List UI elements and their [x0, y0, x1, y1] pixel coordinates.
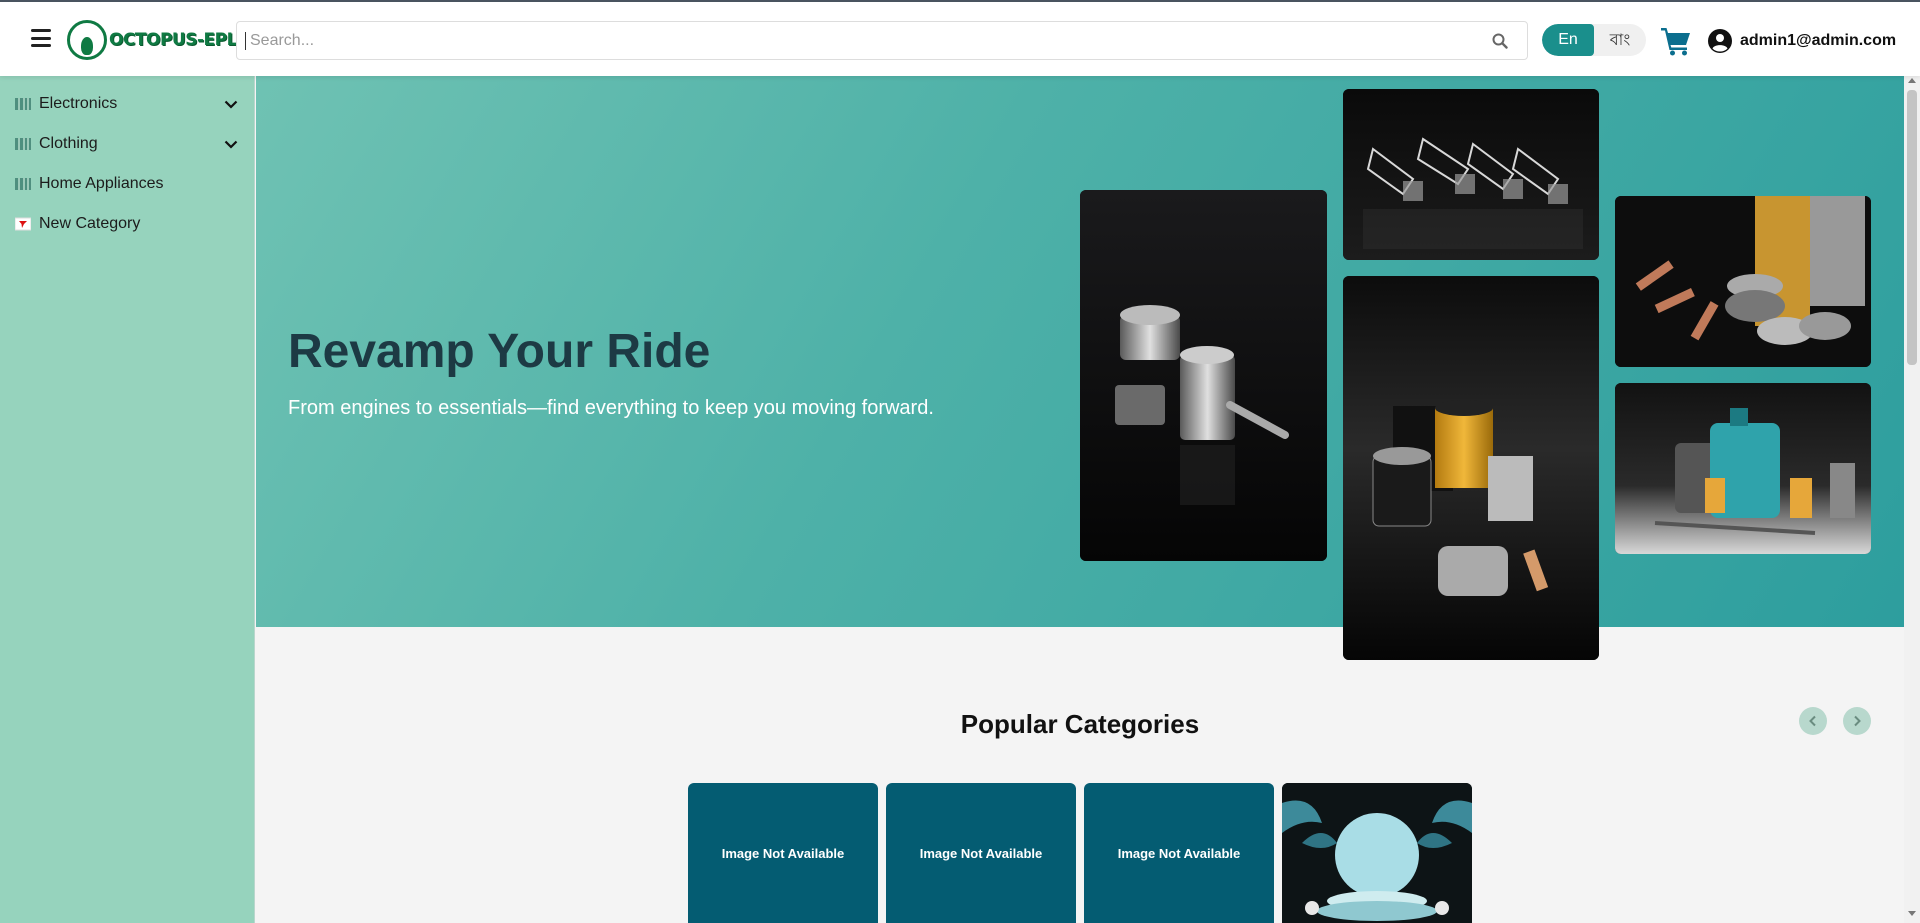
carousel-next-button[interactable] — [1843, 707, 1871, 735]
hero-subtitle: From engines to essentials—find everythi… — [288, 397, 934, 419]
category-icon — [15, 138, 31, 150]
brand-logo[interactable]: OCTOPUS-EPL — [67, 20, 237, 60]
chevron-right-icon — [1854, 715, 1861, 727]
category-icon — [15, 217, 31, 231]
user-menu[interactable]: admin1@admin.com — [1708, 29, 1896, 53]
hero-image-filters — [1080, 190, 1327, 561]
sidebar-item-label: Clothing — [39, 135, 98, 152]
hero-image-motor-oil — [1615, 383, 1871, 554]
category-card-image[interactable] — [1282, 783, 1472, 923]
hero-image-oil-filters — [1343, 276, 1599, 660]
category-card-label: Image Not Available — [1117, 845, 1241, 861]
sidebar-item-label: New Category — [39, 215, 141, 232]
lang-bn-button[interactable]: বাং — [1594, 24, 1646, 56]
chevron-left-icon — [1809, 715, 1816, 727]
sidebar-item-label: Home Appliances — [39, 175, 164, 192]
category-icon — [15, 178, 31, 190]
category-card[interactable]: Image Not Available — [886, 783, 1076, 923]
user-circle-icon — [1708, 29, 1732, 53]
category-card[interactable]: Image Not Available — [1084, 783, 1274, 923]
category-image — [1282, 783, 1472, 923]
menu-icon[interactable] — [31, 29, 51, 47]
scroll-up-arrow[interactable] — [1908, 78, 1916, 83]
sidebar-item-home-appliances[interactable]: Home Appliances — [0, 166, 255, 202]
scrollbar-thumb[interactable] — [1907, 90, 1917, 365]
hero-image-bearings — [1615, 196, 1871, 367]
hero-banner: Revamp Your Ride From engines to essenti… — [256, 76, 1904, 660]
category-card-label: Image Not Available — [919, 845, 1043, 861]
search-icon[interactable] — [1485, 26, 1515, 56]
logo-mark-icon — [67, 20, 107, 60]
category-icon — [15, 98, 31, 110]
category-card[interactable]: Image Not Available — [688, 783, 878, 923]
cart-icon[interactable] — [1660, 26, 1692, 56]
hero-title: Revamp Your Ride — [288, 325, 711, 378]
search-bar — [236, 21, 1528, 60]
top-header: OCTOPUS-EPL En বাং admin1@admin.com — [0, 2, 1920, 76]
language-toggle: En বাং — [1542, 24, 1646, 56]
user-email: admin1@admin.com — [1740, 32, 1897, 49]
hero-image-bulbs — [1343, 89, 1599, 260]
sidebar-item-label: Electronics — [39, 95, 118, 112]
scroll-down-arrow[interactable] — [1908, 911, 1916, 916]
brand-name: OCTOPUS-EPL — [109, 30, 237, 50]
sidebar-item-new-category[interactable]: New Category — [0, 206, 255, 242]
lang-en-button[interactable]: En — [1542, 24, 1594, 56]
carousel-prev-button[interactable] — [1799, 707, 1827, 735]
chevron-down-icon[interactable] — [223, 96, 239, 112]
category-card-label: Image Not Available — [721, 845, 845, 861]
sidebar-item-electronics[interactable]: Electronics — [0, 86, 255, 122]
popular-categories-title: Popular Categories — [960, 709, 1200, 739]
category-sidebar: Electronics Clothing Home Appliances New… — [0, 76, 255, 923]
chevron-down-icon[interactable] — [223, 136, 239, 152]
sidebar-item-clothing[interactable]: Clothing — [0, 126, 255, 162]
search-input[interactable] — [245, 31, 1485, 50]
